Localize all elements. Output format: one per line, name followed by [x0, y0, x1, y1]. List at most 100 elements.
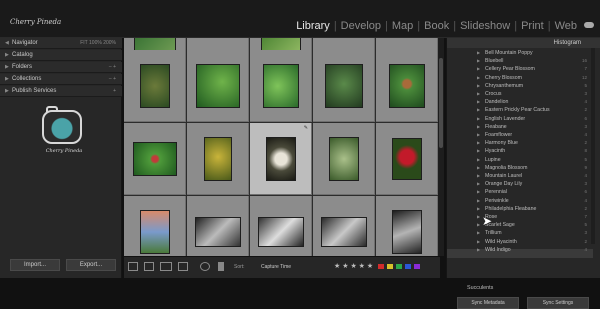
keyword-item[interactable]: Lupine [485, 157, 501, 163]
grid-cell-selected[interactable]: ✎ [250, 123, 312, 195]
histogram-header[interactable]: Histogram [447, 38, 600, 48]
panel-publish-services[interactable]: ▶ Publish Services + [0, 86, 122, 97]
grid-cell[interactable] [313, 123, 375, 195]
module-book[interactable]: Book [421, 20, 452, 32]
grid-cell[interactable] [124, 196, 186, 256]
grid-cell[interactable] [313, 196, 375, 256]
keyword-item[interactable]: Magnolia Blossom [485, 165, 527, 171]
keyword-item[interactable]: Periwinkle [485, 198, 509, 204]
photo-thumbnail[interactable] [391, 209, 422, 254]
navigator-zoom-options[interactable]: FIT 100% 200% [80, 38, 116, 49]
keyword-expand-icon[interactable]: ▶ [477, 239, 480, 244]
keyword-item[interactable]: Eastern Prickly Pear Cactus [485, 107, 550, 113]
keyword-expand-icon[interactable]: ▶ [477, 181, 480, 186]
photo-thumbnail[interactable] [328, 136, 359, 181]
panel-collections[interactable]: ▶ Collections – + [0, 74, 122, 85]
keyword-expand-icon[interactable]: ▶ [477, 50, 480, 55]
right-panel-scrollbar[interactable] [591, 48, 595, 244]
photo-thumbnail[interactable] [391, 137, 422, 180]
grid-cell[interactable] [187, 196, 249, 256]
keyword-expand-icon[interactable]: ▶ [477, 247, 480, 252]
keyword-item[interactable]: Harmony Blue [485, 140, 518, 146]
keyword-expand-icon[interactable]: ▶ [477, 214, 480, 219]
color-label-green[interactable] [396, 264, 402, 269]
keyword-expand-icon[interactable]: ▶ [477, 157, 480, 162]
sync-metadata-button[interactable]: Sync Metadata [457, 297, 519, 309]
photo-thumbnail[interactable] [265, 136, 296, 181]
module-develop[interactable]: Develop [338, 20, 384, 32]
panel-folders[interactable]: ▶ Folders – + [0, 62, 122, 73]
photo-thumbnail[interactable] [320, 216, 367, 247]
keyword-expand-icon[interactable]: ▶ [477, 58, 480, 63]
keyword-item[interactable]: Foamflower [485, 132, 512, 138]
color-label-blue[interactable] [405, 264, 411, 269]
photo-thumbnail[interactable] [324, 63, 363, 108]
publish-add[interactable]: + [113, 86, 116, 97]
color-label-yellow[interactable] [387, 264, 393, 269]
photo-thumbnail[interactable] [203, 136, 232, 181]
metadata-badge-icon[interactable]: ✎ [304, 125, 308, 131]
keyword-item[interactable]: Bluebell [485, 58, 503, 64]
grid-cell[interactable] [313, 50, 375, 122]
keyword-succulents[interactable]: Succulents [467, 285, 493, 291]
grid-cell[interactable] [376, 196, 438, 256]
keyword-item[interactable]: Orange Day Lily [485, 181, 522, 187]
keyword-item[interactable]: Cellery Pear Blossom [485, 66, 535, 72]
keyword-item[interactable]: Philadelphia Fleabane [485, 206, 536, 212]
keyword-item[interactable]: Perennial [485, 189, 507, 195]
keyword-item[interactable]: Bell Mountain Poppy [485, 50, 533, 56]
photo-thumbnail[interactable] [139, 209, 170, 254]
keyword-expand-icon[interactable]: ▶ [477, 198, 480, 203]
grid-cell[interactable] [187, 50, 249, 122]
rating-stars[interactable]: ★ ★ ★ ★ ★ [334, 262, 373, 270]
keyword-item[interactable]: Cherry Blossom [485, 75, 522, 81]
sort-order-select[interactable]: Capture Time [261, 264, 291, 270]
color-label-red[interactable] [378, 264, 384, 269]
keyword-expand-icon[interactable]: ▶ [477, 91, 480, 96]
keyword-expand-icon[interactable]: ▶ [477, 107, 480, 112]
grid-cell[interactable] [187, 123, 249, 195]
spray-can-icon[interactable] [218, 262, 224, 271]
keyword-item[interactable]: Dandelion [485, 99, 508, 105]
keyword-expand-icon[interactable]: ▶ [477, 66, 480, 71]
keyword-item[interactable]: Fleabane [485, 124, 507, 130]
keyword-item[interactable]: Wild Indigo [485, 247, 511, 253]
module-map[interactable]: Map [389, 20, 416, 32]
keyword-expand-icon[interactable]: ▶ [477, 132, 480, 137]
folders-add-remove[interactable]: – + [109, 62, 116, 73]
keyword-item[interactable]: English Lavender [485, 116, 525, 122]
people-view-icon[interactable] [200, 262, 210, 271]
keyword-item[interactable]: Wild Hyacinth [485, 239, 517, 245]
keyword-expand-icon[interactable]: ▶ [477, 116, 480, 121]
photo-thumbnail[interactable] [194, 216, 241, 247]
grid-cell[interactable] [376, 50, 438, 122]
photo-thumbnail[interactable] [195, 63, 240, 108]
photo-thumbnail[interactable] [257, 216, 304, 247]
export-button[interactable]: Export... [66, 259, 116, 271]
module-web[interactable]: Web [552, 20, 580, 32]
module-library[interactable]: Library [293, 20, 333, 32]
grid-view-icon[interactable] [128, 262, 138, 271]
survey-view-icon[interactable] [178, 262, 188, 271]
photo-thumbnail[interactable] [388, 63, 425, 108]
module-print[interactable]: Print [518, 20, 547, 32]
import-button[interactable]: Import... [10, 259, 60, 271]
keyword-item[interactable]: Trillium [485, 230, 502, 236]
keyword-expand-icon[interactable]: ▶ [477, 83, 480, 88]
photo-thumbnail[interactable] [132, 141, 177, 176]
grid-cell[interactable] [124, 50, 186, 122]
panel-navigator[interactable]: ◀ Navigator FIT 100% 200% [0, 38, 122, 49]
keyword-expand-icon[interactable]: ▶ [477, 99, 480, 104]
keyword-expand-icon[interactable]: ▶ [477, 173, 480, 178]
photo-thumbnail[interactable] [262, 63, 299, 108]
keyword-expand-icon[interactable]: ▶ [477, 165, 480, 170]
compare-view-icon[interactable] [160, 262, 172, 271]
grid-scrollbar[interactable] [438, 38, 444, 256]
photo-thumbnail[interactable] [139, 63, 170, 108]
keyword-expand-icon[interactable]: ▶ [477, 222, 480, 227]
keyword-item[interactable]: Hyacinth [485, 148, 505, 154]
keyword-expand-icon[interactable]: ▶ [477, 140, 480, 145]
keyword-expand-icon[interactable]: ▶ [477, 148, 480, 153]
grid-scrollbar-thumb[interactable] [439, 58, 443, 148]
grid-cell[interactable] [250, 50, 312, 122]
